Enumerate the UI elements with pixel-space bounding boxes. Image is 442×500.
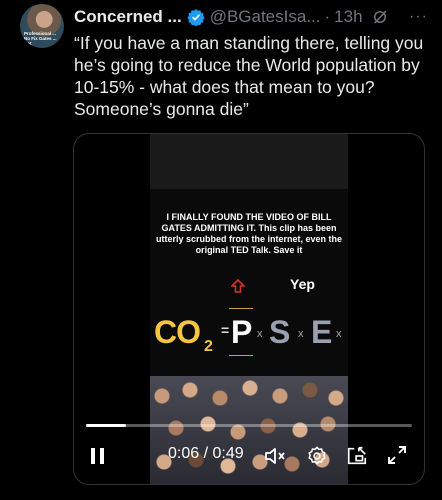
video-player[interactable]: I FINALLY FOUND THE VIDEO OF BILL GATES … (73, 133, 425, 485)
mute-icon[interactable] (264, 446, 286, 466)
formula-e: E (311, 314, 333, 350)
video-progress-bar[interactable] (86, 424, 412, 427)
arrow-up-icon (231, 279, 245, 293)
formula-times-3: x (336, 328, 342, 340)
time-readout: 0:06 / 0:49 (168, 445, 244, 463)
video-caption: I FINALLY FOUND THE VIDEO OF BILL GATES … (155, 212, 343, 255)
author-handle[interactable]: @BGatesIsa... (210, 7, 321, 27)
picture-in-picture-icon[interactable] (346, 445, 368, 467)
formula-times-1: x (257, 328, 263, 340)
formula-s: S (269, 314, 291, 350)
fullscreen-icon[interactable] (387, 445, 407, 465)
separator-dot: · (324, 7, 331, 26)
more-icon[interactable]: ··· (409, 8, 428, 26)
formula-p: P (231, 314, 253, 350)
video-progress-fill (86, 424, 126, 427)
co2-formula: CO 2 = P x S x E x (150, 308, 348, 368)
post-header: Concerned ... @BGatesIsa... · 13h (74, 6, 389, 28)
duration: 0:49 (212, 445, 244, 462)
author-name[interactable]: Concerned ... (74, 7, 182, 27)
settings-icon[interactable] (306, 445, 328, 467)
avatar[interactable]: Professional ... No Fix Gates ... Not (20, 4, 64, 48)
grok-icon[interactable] (371, 8, 389, 26)
formula-co: CO (154, 314, 201, 350)
video-top-band (150, 134, 348, 189)
formula-times-2: x (298, 328, 304, 340)
time-separator: / (199, 445, 213, 462)
pause-icon[interactable] (90, 447, 106, 465)
yep-label: Yep (290, 276, 315, 292)
video-frame[interactable]: I FINALLY FOUND THE VIDEO OF BILL GATES … (150, 134, 348, 484)
verified-badge-icon (187, 9, 205, 26)
formula-subscript: 2 (204, 338, 213, 355)
avatar-overlay-text: Professional ... No Fix Gates ... Not (24, 31, 57, 46)
formula-equals: = (221, 322, 230, 338)
current-time: 0:06 (168, 445, 200, 462)
post-text: “If you have a man standing there, telli… (74, 33, 424, 119)
post-time[interactable]: 13h (334, 7, 362, 27)
video-controls: 0:06 / 0:49 (74, 437, 424, 477)
